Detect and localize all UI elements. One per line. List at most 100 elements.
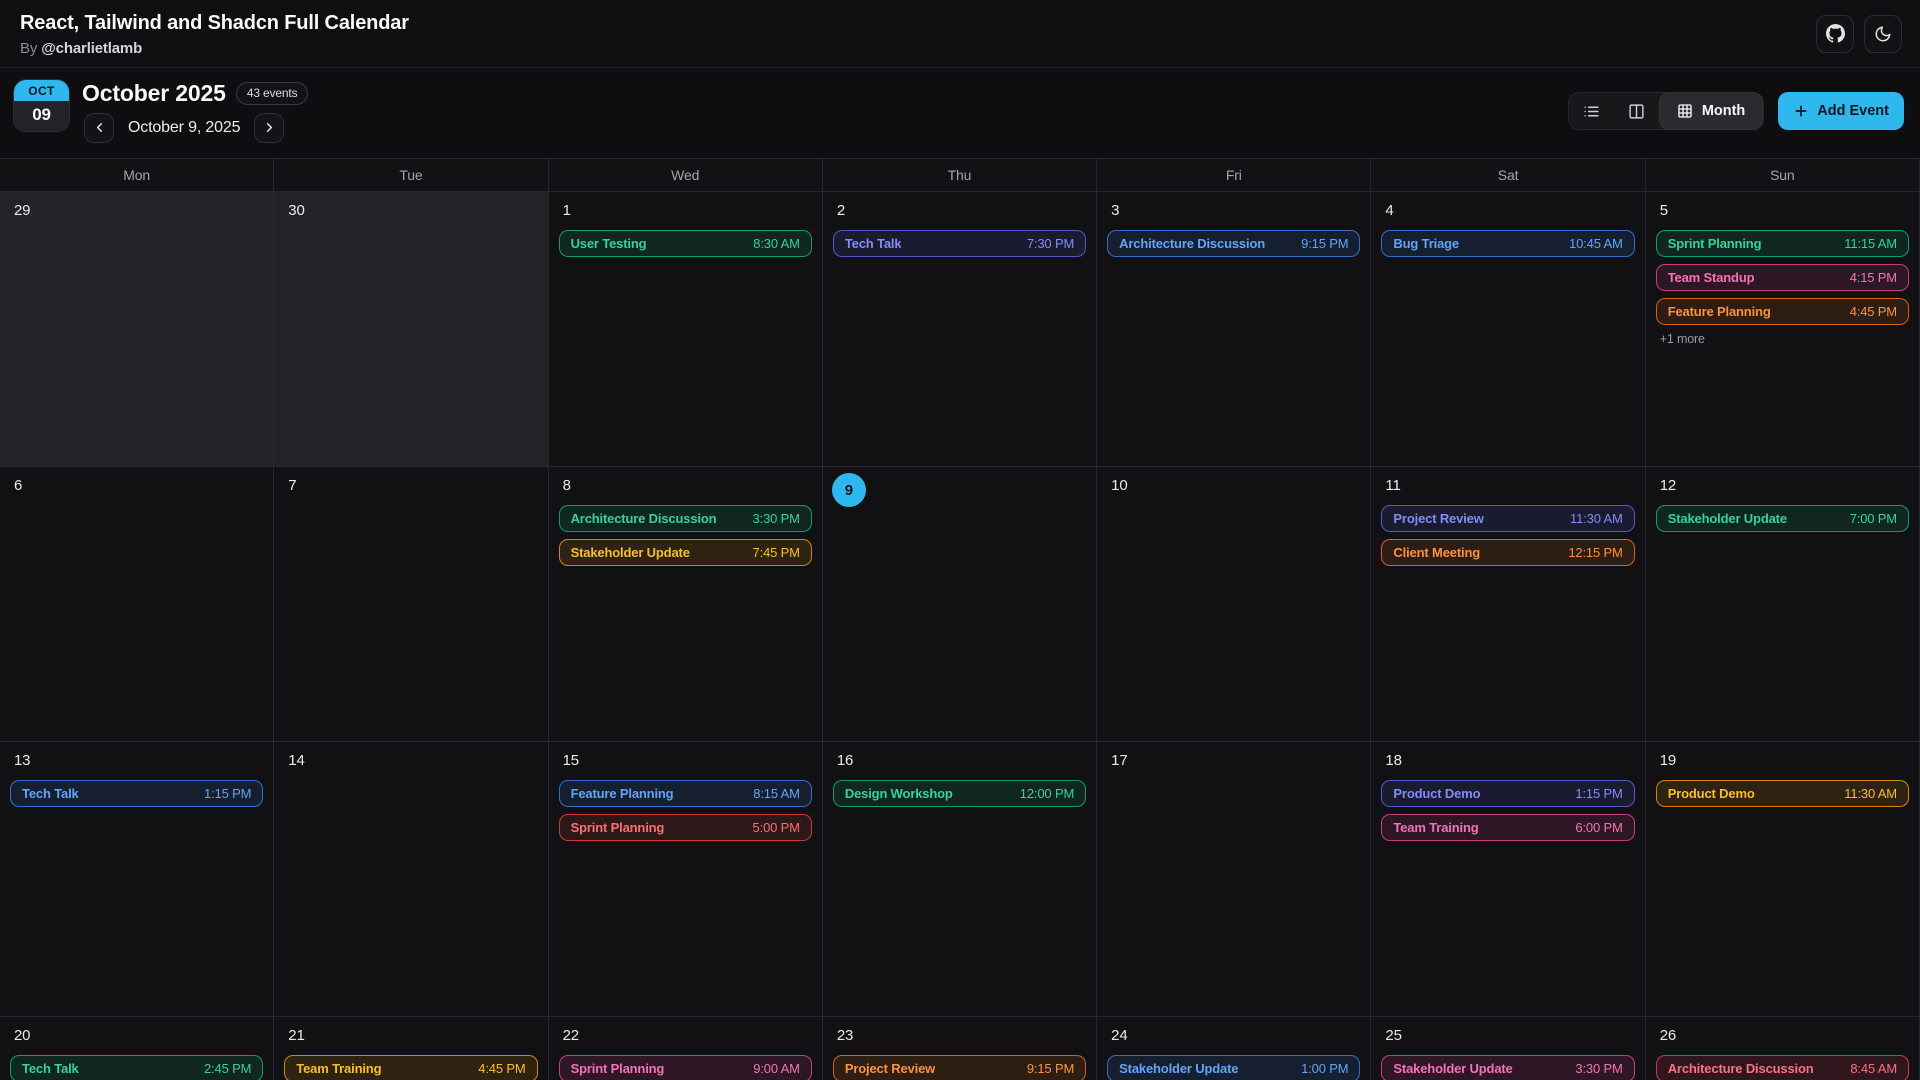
more-events-label[interactable]: +1 more [1660,332,1919,346]
event-chip[interactable]: Bug Triage10:45 AM [1381,230,1634,257]
event-title: Project Review [1393,511,1483,526]
event-chip[interactable]: Project Review11:30 AM [1381,505,1634,532]
day-cell[interactable]: 14 [274,742,548,1017]
day-cell[interactable]: 17 [1097,742,1371,1017]
view-month-button[interactable]: Month [1659,92,1763,130]
day-cell[interactable]: 5Sprint Planning11:15 AMTeam Standup4:15… [1646,192,1920,467]
event-chip[interactable]: Client Meeting12:15 PM [1381,539,1634,566]
day-cell[interactable]: 8Architecture Discussion3:30 PM Stakehold… [549,467,823,742]
day-cell[interactable]: 10 [1097,467,1371,742]
header-actions [1816,15,1902,53]
day-number: 11 [1371,467,1644,505]
day-number: 30 [274,192,547,230]
calendar-grid: 29301User Testing8:30 AM2Tech Talk7:30 P… [0,192,1920,1080]
view-month-label: Month [1702,103,1745,119]
day-cell[interactable]: 2Tech Talk7:30 PM [823,192,1097,467]
weekday-label: Wed [549,159,823,191]
event-time: 9:00 AM [753,1061,800,1076]
event-time: 6:00 PM [1575,820,1622,835]
event-chip[interactable]: Tech Talk1:15 PM [10,780,263,807]
byline-handle[interactable]: @charlietlamb [41,40,142,57]
grid-icon [1677,103,1693,119]
day-cell[interactable]: 30 [274,192,548,467]
event-chip[interactable]: Team Training4:45 PM [284,1055,537,1080]
event-time: 7:00 PM [1850,511,1897,526]
event-chip[interactable]: Design Workshop12:00 PM [833,780,1086,807]
event-chip[interactable]: Team Standup4:15 PM [1656,264,1909,291]
date-badge-month: OCT [14,80,69,101]
today-badge: 9 [832,473,866,507]
day-cell[interactable]: 18Product Demo1:15 PMTeam Training6:00 P… [1371,742,1645,1017]
day-number: 12 [1646,467,1919,505]
event-chip[interactable]: Product Demo1:15 PM [1381,780,1634,807]
day-cell[interactable]: 15Feature Planning8:15 AMSprint Planning… [549,742,823,1017]
event-title: Team Training [296,1061,381,1076]
month-title-row: October 2025 43 events [82,80,308,107]
theme-toggle-button[interactable] [1864,15,1902,53]
event-title: Product Demo [1393,786,1480,801]
day-cell[interactable]: 19Product Demo11:30 AM [1646,742,1920,1017]
event-chip[interactable]: Architecture Discussion9:15 PM [1107,230,1360,257]
day-cell[interactable]: 1User Testing8:30 AM [549,192,823,467]
event-title: Design Workshop [845,786,953,801]
event-chip[interactable]: Stakeholder Update7:45 PM [559,539,812,566]
day-cell[interactable]: 12 Stakeholder Update 7:00 PM [1646,467,1920,742]
toolbar-title-block: October 2025 43 events October 9, 2025 [82,80,308,143]
day-cell[interactable]: 29 [0,192,274,467]
day-cell[interactable]: 4Bug Triage10:45 AM [1371,192,1645,467]
event-title: Tech Talk [22,786,79,801]
event-chip[interactable]: User Testing8:30 AM [559,230,812,257]
view-switcher: Month [1568,92,1764,130]
github-button[interactable] [1816,15,1854,53]
event-chip[interactable]: Tech Talk7:30 PM [833,230,1086,257]
day-cell[interactable]: 21Team Training4:45 PM [274,1017,548,1080]
day-number: 22 [549,1017,822,1055]
day-number: 14 [274,742,547,780]
day-cell[interactable]: 24Stakeholder Update1:00 PM [1097,1017,1371,1080]
view-list-button[interactable] [1569,92,1614,130]
event-time: 7:30 PM [1027,236,1074,251]
event-chip[interactable]: Stakeholder Update1:00 PM [1107,1055,1360,1080]
day-number: 26 [1646,1017,1919,1055]
plus-icon [1793,103,1809,119]
event-time: 12:15 PM [1568,545,1622,560]
day-cell[interactable]: 7 [274,467,548,742]
event-chip[interactable]: Architecture Discussion8:45 AM [1656,1055,1909,1080]
event-chip[interactable]: Stakeholder Update3:30 PM [1381,1055,1634,1080]
event-chip[interactable]: Stakeholder Update 7:00 PM [1656,505,1909,532]
day-cell[interactable]: 20Tech Talk2:45 PM [0,1017,274,1080]
day-cell[interactable]: 16Design Workshop12:00 PM [823,742,1097,1017]
event-title: Stakeholder Update [1668,511,1787,526]
app-header: React, Tailwind and Shadcn Full Calendar… [0,0,1920,68]
event-chip[interactable]: Project Review9:15 PM [833,1055,1086,1080]
current-date-label: October 9, 2025 [124,119,244,137]
event-chip[interactable]: Sprint Planning5:00 PM [559,814,812,841]
event-title: Sprint Planning [1668,236,1762,251]
day-cell[interactable]: 22Sprint Planning9:00 AM [549,1017,823,1080]
event-chip[interactable]: Product Demo11:30 AM [1656,780,1909,807]
day-cell[interactable]: 26Architecture Discussion8:45 AM [1646,1017,1920,1080]
event-chip[interactable]: Architecture Discussion3:30 PM [559,505,812,532]
add-event-button[interactable]: Add Event [1778,92,1904,130]
day-number: 4 [1371,192,1644,230]
view-columns-button[interactable] [1614,92,1659,130]
day-cell[interactable]: 6 [0,467,274,742]
day-cell[interactable]: 25Stakeholder Update3:30 PM [1371,1017,1645,1080]
prev-day-button[interactable] [84,113,114,143]
day-cell[interactable]: 13Tech Talk1:15 PM [0,742,274,1017]
day-cell[interactable]: 23Project Review9:15 PM [823,1017,1097,1080]
event-chip[interactable]: Tech Talk2:45 PM [10,1055,263,1080]
event-chip[interactable]: Sprint Planning9:00 AM [559,1055,812,1080]
day-number: 8 [549,467,822,505]
day-cell[interactable]: 3Architecture Discussion9:15 PM [1097,192,1371,467]
event-chip[interactable]: Team Training6:00 PM [1381,814,1634,841]
day-cell[interactable]: 9 [823,467,1097,742]
event-chip[interactable]: Feature Planning4:45 PM [1656,298,1909,325]
event-chip[interactable]: Feature Planning8:15 AM [559,780,812,807]
day-number: 19 [1646,742,1919,780]
event-chip[interactable]: Sprint Planning11:15 AM [1656,230,1909,257]
next-day-button[interactable] [254,113,284,143]
github-icon [1826,24,1845,43]
day-cell[interactable]: 11Project Review11:30 AM Client Meeting12… [1371,467,1645,742]
list-icon [1583,103,1600,120]
